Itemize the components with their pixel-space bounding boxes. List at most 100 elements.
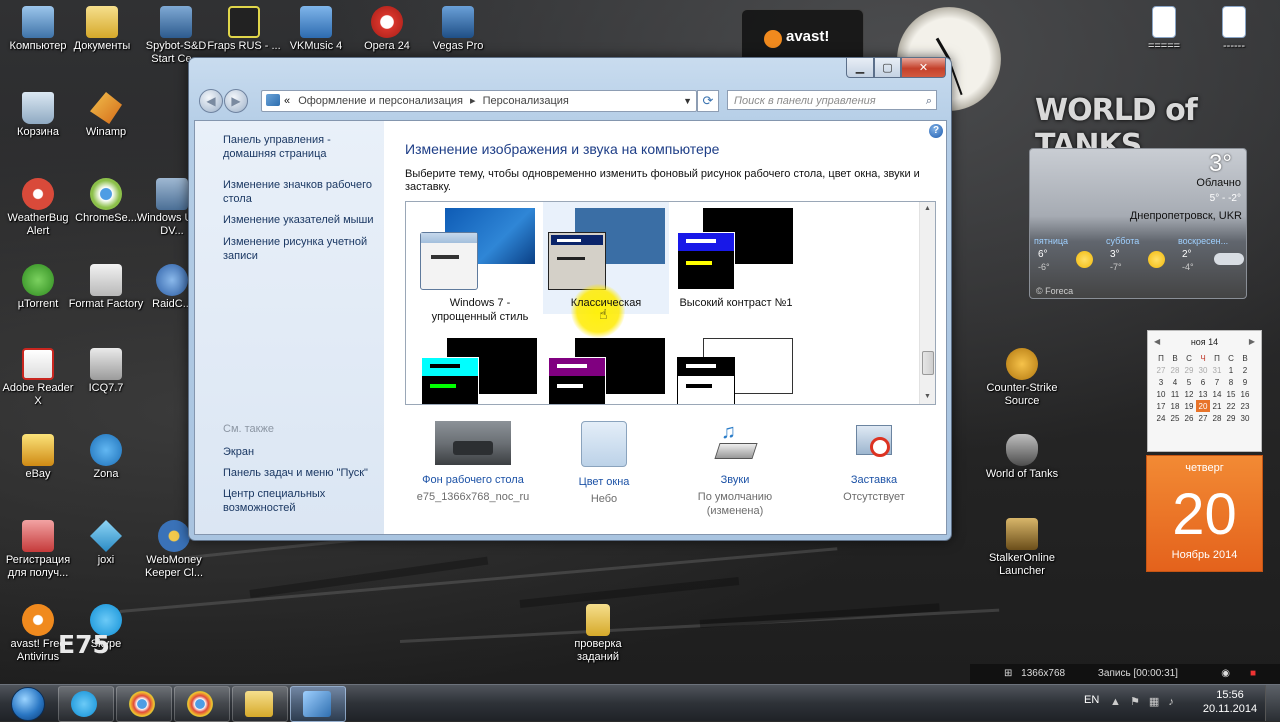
desktop-icon-world-of-tanks[interactable]: World of Tanks: [984, 434, 1060, 481]
calendar-day[interactable]: 12: [1182, 388, 1196, 400]
calendar-day[interactable]: 27: [1196, 412, 1210, 424]
forward-arrow-icon[interactable]: ▶: [224, 89, 248, 113]
sounds-link[interactable]: Звуки: [670, 473, 800, 487]
calendar-day[interactable]: 3: [1154, 376, 1168, 388]
maximize-button[interactable]: ▢: [874, 58, 901, 78]
calendar-day[interactable]: 2: [1238, 364, 1252, 376]
desktop-icon-fraps[interactable]: Fraps RUS - ...: [206, 6, 282, 53]
date-gadget[interactable]: четверг 20 Ноябрь 2014: [1146, 455, 1263, 572]
network-icon[interactable]: ▦: [1149, 696, 1159, 708]
desktop-icon-ebay[interactable]: eBay: [0, 434, 76, 481]
taskbar-control-panel-button[interactable]: [290, 686, 346, 722]
sounds-setting[interactable]: ♫ Звуки По умолчанию (изменена): [670, 421, 800, 518]
calendar-day[interactable]: 10: [1154, 388, 1168, 400]
flag-icon[interactable]: ⚑: [1130, 696, 1140, 708]
calendar-day[interactable]: 30: [1196, 364, 1210, 376]
calendar-day[interactable]: 18: [1168, 400, 1182, 412]
calendar-day[interactable]: 30: [1238, 412, 1252, 424]
scroll-up-icon[interactable]: ▲: [920, 202, 935, 216]
desktop-icon-word-doc-1[interactable]: =====: [1126, 6, 1202, 53]
stop-icon[interactable]: ■: [1250, 664, 1256, 684]
calendar-day[interactable]: 25: [1168, 412, 1182, 424]
link-change-mouse-pointers[interactable]: Изменение указателей мыши: [223, 213, 383, 227]
theme-windows7-basic[interactable]: Windows 7 - упрощенный стиль: [417, 202, 543, 323]
breadcrumb-item[interactable]: Персонализация: [483, 95, 569, 107]
tray-expand-icon[interactable]: ▲: [1110, 696, 1121, 708]
calendar-day[interactable]: 4: [1168, 376, 1182, 388]
show-desktop-button[interactable]: [1265, 685, 1280, 721]
camera-icon[interactable]: ◉: [1221, 664, 1230, 684]
theme-high-contrast-1[interactable]: Высокий контраст №1: [673, 202, 799, 314]
calendar-day[interactable]: 8: [1224, 376, 1238, 388]
minimize-button[interactable]: ▁: [846, 58, 874, 78]
calendar-day[interactable]: 7: [1210, 376, 1224, 388]
calendar-day[interactable]: 6: [1196, 376, 1210, 388]
address-bar[interactable]: « Оформление и персонализация ▸ Персонал…: [261, 90, 697, 112]
taskbar-skype-button[interactable]: [58, 686, 114, 722]
help-icon[interactable]: ?: [929, 124, 943, 138]
calendar-day[interactable]: 21: [1210, 400, 1224, 412]
calendar-day[interactable]: 26: [1182, 412, 1196, 424]
screensaver-link[interactable]: Заставка: [809, 473, 939, 487]
window-color-setting[interactable]: Цвет окна Небо: [539, 421, 669, 506]
screensaver-setting[interactable]: Заставка Отсутствует: [809, 421, 939, 504]
desktop-icon-chromese[interactable]: ChromeSe...: [68, 178, 144, 225]
calendar-day[interactable]: 29: [1182, 364, 1196, 376]
taskbar-chrome-button[interactable]: [116, 686, 172, 722]
desktop-icon-word-doc-2[interactable]: ------: [1196, 6, 1272, 53]
desktop-icon-icq[interactable]: ICQ7.7: [68, 348, 144, 395]
search-icon[interactable]: ⌕: [926, 91, 932, 111]
scroll-down-icon[interactable]: ▼: [920, 390, 935, 404]
desktop-icon-zona[interactable]: Zona: [68, 434, 144, 481]
desktop-icon-winamp[interactable]: Winamp: [68, 92, 144, 139]
desktop-icon-adobe-reader[interactable]: Adobe Reader X: [0, 348, 76, 408]
calendar-next-icon[interactable]: ▶: [1249, 337, 1255, 346]
calendar-day[interactable]: 15: [1224, 388, 1238, 400]
calendar-gadget[interactable]: ◀ ноя 14 ▶ П В С Ч П С В 27 28 29 30 31 …: [1147, 330, 1262, 452]
desktop-icon-utorrent[interactable]: µTorrent: [0, 264, 76, 311]
calendar-day[interactable]: 27: [1154, 364, 1168, 376]
link-ease-of-access[interactable]: Центр специальных возможностей: [223, 487, 383, 515]
calendar-day[interactable]: 22: [1224, 400, 1238, 412]
calendar-day[interactable]: 31: [1210, 364, 1224, 376]
start-button[interactable]: [3, 685, 51, 721]
desktop-icon-opera[interactable]: Opera 24: [349, 6, 425, 53]
scroll-thumb[interactable]: [922, 351, 934, 375]
desktop-icon-vkmusic[interactable]: VKMusic 4: [278, 6, 354, 53]
calendar-day[interactable]: 24: [1154, 412, 1168, 424]
calendar-day[interactable]: 1: [1224, 364, 1238, 376]
desktop-background-link[interactable]: Фон рабочего стола: [408, 473, 538, 487]
calendar-day[interactable]: 9: [1238, 376, 1252, 388]
breadcrumb-separator-icon[interactable]: ▸: [470, 95, 476, 107]
tray-clock[interactable]: 15:56 20.11.2014: [1200, 688, 1260, 716]
calendar-day[interactable]: 19: [1182, 400, 1196, 412]
window-color-link[interactable]: Цвет окна: [539, 475, 669, 489]
calendar-day-today[interactable]: 20: [1196, 400, 1210, 412]
desktop-icon-format-factory[interactable]: Format Factory: [68, 264, 144, 311]
theme-high-contrast-2[interactable]: [417, 332, 543, 404]
calendar-day[interactable]: 5: [1182, 376, 1196, 388]
refresh-icon[interactable]: ⟳: [697, 90, 719, 112]
theme-high-contrast-black[interactable]: [543, 332, 669, 404]
calendar-day[interactable]: 23: [1238, 400, 1252, 412]
theme-high-contrast-white[interactable]: [673, 332, 799, 404]
desktop-icon-vegas[interactable]: Vegas Pro: [420, 6, 496, 53]
calendar-day[interactable]: 28: [1168, 364, 1182, 376]
taskbar-chrome-button-2[interactable]: [174, 686, 230, 722]
language-indicator[interactable]: EN: [1084, 694, 1099, 706]
desktop-icon-weatherbug[interactable]: WeatherBug Alert: [0, 178, 76, 238]
close-button[interactable]: ✕: [901, 58, 946, 78]
link-control-panel-home[interactable]: Панель управления - домашняя страница: [223, 133, 383, 161]
link-change-account-picture[interactable]: Изменение рисунка учетной записи: [223, 235, 383, 263]
desktop-icon-registration[interactable]: Регистрация для получ...: [0, 520, 76, 580]
theme-classic[interactable]: Классическая ☝: [543, 202, 669, 338]
taskbar-explorer-button[interactable]: [232, 686, 288, 722]
calendar-day[interactable]: 29: [1224, 412, 1238, 424]
calendar-day[interactable]: 17: [1154, 400, 1168, 412]
desktop-background-setting[interactable]: Фон рабочего стола e75_1366x768_noc_ru: [408, 421, 538, 504]
calendar-day[interactable]: 16: [1238, 388, 1252, 400]
link-taskbar-start-menu[interactable]: Панель задач и меню "Пуск": [223, 466, 383, 480]
address-dropdown-icon[interactable]: ▼: [683, 91, 692, 111]
calendar-day[interactable]: 13: [1196, 388, 1210, 400]
calendar-day[interactable]: 28: [1210, 412, 1224, 424]
